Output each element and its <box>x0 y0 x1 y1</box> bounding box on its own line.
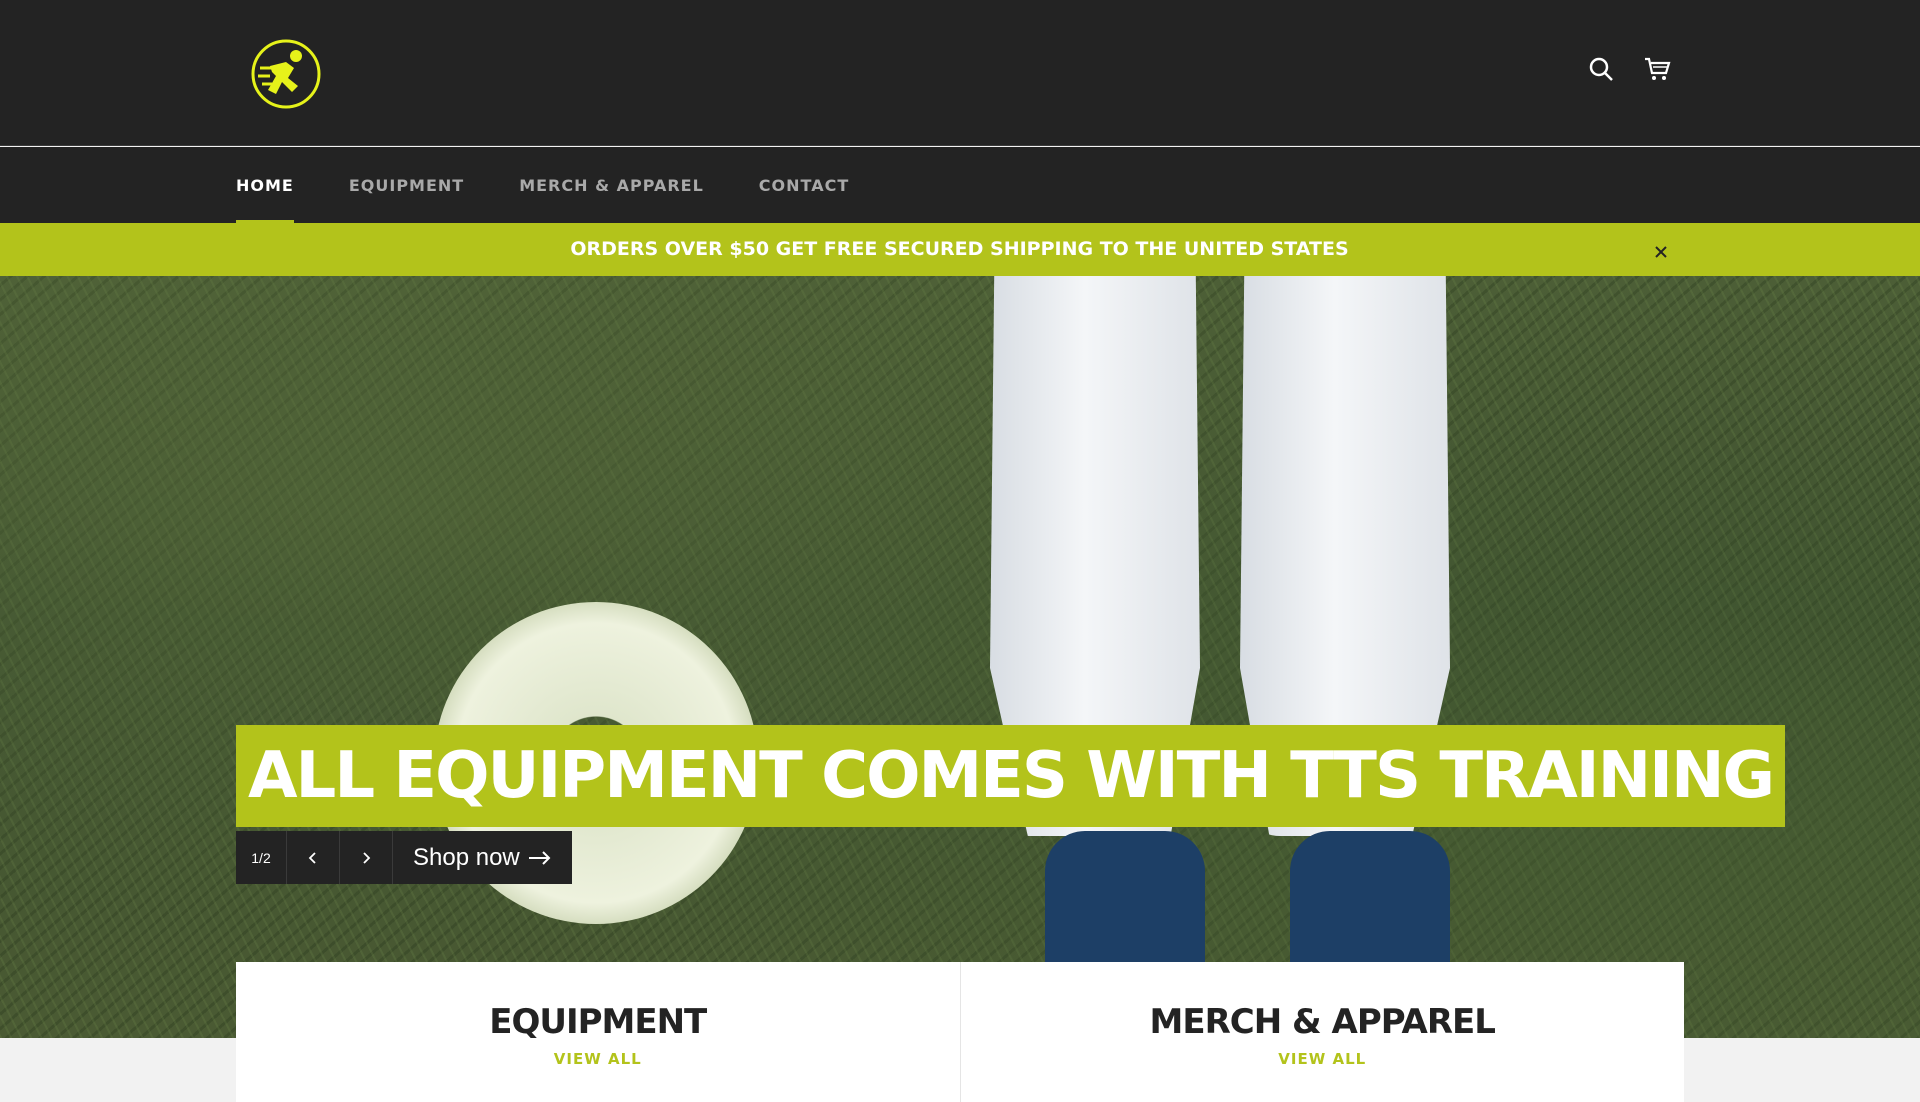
nav-item-contact[interactable]: CONTACT <box>759 147 849 223</box>
slideshow-controls: 1/2 Shop now <box>236 831 572 884</box>
promo-text: ORDERS OVER $50 GET FREE SECURED SHIPPIN… <box>570 238 1349 260</box>
slide-counter: 1/2 <box>236 831 287 884</box>
collection-card-equipment[interactable]: EQUIPMENT VIEW ALL <box>236 962 960 1102</box>
collection-card-merch-apparel[interactable]: MERCH & APPAREL VIEW ALL <box>959 962 1685 1102</box>
site-header <box>0 0 1920 146</box>
nav-item-merch-apparel[interactable]: MERCH & APPAREL <box>519 147 704 223</box>
main-nav: HOME EQUIPMENT MERCH & APPAREL CONTACT <box>0 147 1920 223</box>
hero-slideshow <box>0 276 1920 1038</box>
view-all-link[interactable]: VIEW ALL <box>236 1050 960 1068</box>
collection-title: EQUIPMENT <box>489 1002 707 1042</box>
shop-now-button[interactable]: Shop now <box>393 831 572 884</box>
hero-title: ALL EQUIPMENT COMES WITH TTS TRAINING <box>248 739 1775 813</box>
nav-item-home[interactable]: HOME <box>236 147 294 223</box>
cart-icon[interactable] <box>1642 54 1672 84</box>
collection-list: EQUIPMENT VIEW ALL MERCH & APPAREL VIEW … <box>236 962 1684 1102</box>
search-icon[interactable] <box>1586 54 1616 84</box>
promo-banner: ORDERS OVER $50 GET FREE SECURED SHIPPIN… <box>0 223 1920 276</box>
shop-now-label: Shop now <box>413 843 520 871</box>
collection-title: MERCH & APPAREL <box>1149 1002 1496 1042</box>
view-all-link[interactable]: VIEW ALL <box>961 1050 1685 1068</box>
nav-item-equipment[interactable]: EQUIPMENT <box>349 147 464 223</box>
arrow-right-icon <box>528 844 552 872</box>
sprinter-logo-icon[interactable] <box>250 38 322 110</box>
close-icon[interactable] <box>1645 236 1677 268</box>
chevron-right-icon[interactable] <box>340 831 393 884</box>
hero-title-box: ALL EQUIPMENT COMES WITH TTS TRAINING <box>236 725 1786 827</box>
chevron-left-icon[interactable] <box>287 831 340 884</box>
